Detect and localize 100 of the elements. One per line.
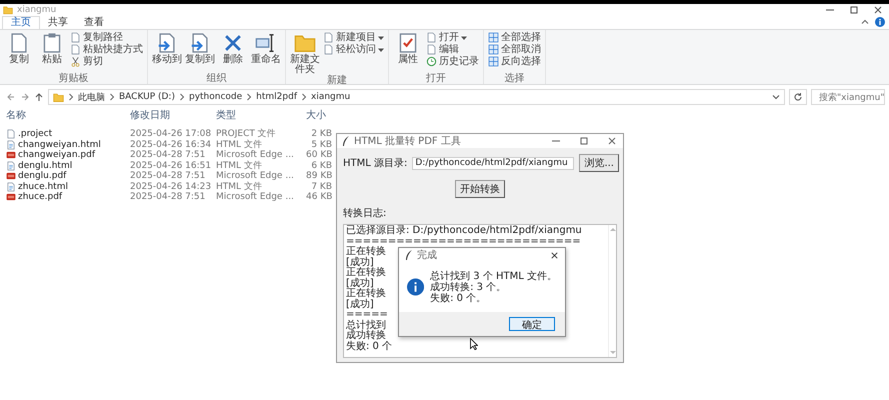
- document-icon: [6, 160, 16, 171]
- table-cell-text: PROJECT 文件: [216, 129, 277, 140]
- group-label: 新建: [326, 75, 348, 86]
- field-label: HTML 源目录:: [343, 157, 408, 170]
- ribbon-button[interactable]: 编辑: [426, 44, 479, 55]
- chevron-icon: [109, 93, 115, 101]
- ribbon-tab[interactable]: 共享: [40, 17, 76, 29]
- file-name[interactable]: denglu.pdf: [18, 171, 66, 182]
- ribbon-button[interactable]: 新建文件夹: [290, 32, 320, 75]
- log-line: 总计找到: [346, 320, 386, 330]
- ribbon-tab[interactable]: 主页: [2, 16, 40, 29]
- column-header[interactable]: 修改日期: [130, 111, 216, 121]
- ribbon-button[interactable]: 剪切: [70, 56, 143, 67]
- group-label: 打开: [425, 73, 447, 84]
- ribbon-button[interactable]: 属性: [393, 32, 423, 73]
- ribbon-button[interactable]: 重命名: [251, 32, 281, 73]
- log-line: 成功转换: [346, 330, 386, 341]
- maximize-icon[interactable]: [579, 136, 589, 146]
- ok-button[interactable]: 确定: [509, 317, 555, 331]
- breadcrumb[interactable]: 此电脑: [78, 90, 105, 104]
- file-name[interactable]: zhuce.pdf: [18, 192, 62, 202]
- table-cell: 46 KB: [306, 192, 332, 202]
- file-name[interactable]: zhuce.html: [18, 182, 68, 192]
- table-cell: 60 KB: [306, 150, 332, 160]
- document-icon: [323, 44, 334, 55]
- clock-icon: [426, 56, 437, 67]
- refresh-button[interactable]: [789, 89, 807, 105]
- ribbon-button[interactable]: 复制路径: [70, 32, 143, 43]
- table-cell-text: Microsoft Edge ...: [216, 192, 295, 202]
- table-cell-text: HTML 文件: [216, 160, 263, 171]
- log-line: =====: [346, 309, 388, 320]
- message-text: 总计找到 3 个 HTML 文件。: [430, 270, 557, 282]
- ribbon-button[interactable]: 轻松访问: [323, 44, 384, 55]
- address-bar[interactable]: 此电脑 BACKUP (D:) pythoncode html2pdf xiangmu: [48, 89, 785, 105]
- table-cell-text: 7 KB: [310, 182, 332, 192]
- table-cell-text: Microsoft Edge ...: [216, 150, 295, 160]
- log-line: 失败: 0 个: [346, 340, 392, 352]
- ribbon-button[interactable]: 全部取消: [488, 44, 541, 55]
- table-cell-text: Microsoft Edge ...: [216, 171, 295, 182]
- breadcrumb[interactable]: BACKUP (D:): [119, 92, 175, 102]
- group-label: 剪贴板: [58, 73, 90, 84]
- ribbon-button[interactable]: 全部选择: [488, 32, 541, 43]
- column-header[interactable]: 大小: [306, 111, 332, 121]
- file-name[interactable]: denglu.html: [18, 160, 72, 171]
- chevron-up-icon[interactable]: [861, 18, 869, 26]
- ribbon-button[interactable]: 历史记录: [426, 56, 479, 67]
- directory-field[interactable]: D:/pythoncode/html2pdf/xiangmu: [412, 156, 574, 170]
- close-icon[interactable]: [873, 5, 883, 15]
- ribbon-button[interactable]: 打开: [426, 32, 479, 43]
- search-field[interactable]: 搜索"xiangmu": [811, 89, 885, 105]
- group-label: 组织: [206, 73, 228, 84]
- forward-arrow-icon[interactable]: [20, 92, 30, 102]
- table-cell-text: 6 KB: [310, 160, 332, 171]
- table-cell-text: 2025-04-28 7:51: [130, 192, 206, 202]
- table-cell-text: 2025-04-26 17:08: [130, 129, 212, 140]
- maximize-icon[interactable]: [849, 5, 859, 15]
- grid-icon: [488, 56, 499, 67]
- feather-icon: [342, 136, 350, 146]
- close-icon[interactable]: [607, 136, 617, 146]
- close-icon[interactable]: [550, 250, 559, 260]
- back-arrow-icon[interactable]: [6, 92, 16, 102]
- breadcrumb[interactable]: xiangmu: [311, 92, 350, 102]
- table-cell-text: 2 KB: [310, 129, 332, 140]
- ribbon-button[interactable]: 粘贴: [37, 32, 67, 73]
- help-icon[interactable]: [875, 17, 885, 27]
- grid-icon: [488, 44, 499, 55]
- info-icon: [407, 278, 424, 296]
- ribbon-button[interactable]: 新建项目: [323, 32, 384, 43]
- breadcrumb[interactable]: pythoncode: [188, 92, 242, 102]
- log-line: ============================: [346, 236, 581, 246]
- breadcrumb[interactable]: html2pdf: [256, 92, 297, 102]
- dropdown-icon[interactable]: [772, 93, 780, 101]
- log-line: 正在转换: [346, 288, 386, 299]
- log-line: [成功]: [346, 298, 374, 310]
- table-cell-text: HTML 文件: [216, 140, 263, 150]
- file-name[interactable]: .project: [18, 129, 52, 140]
- ribbon-button[interactable]: 粘贴快捷方式: [70, 44, 143, 55]
- log-line: 正在转换: [346, 267, 386, 278]
- ribbon-tab[interactable]: 查看: [76, 17, 112, 29]
- log-label: 转换日志:: [342, 206, 388, 221]
- group-label: 选择: [504, 73, 526, 84]
- file-name[interactable]: changweiyan.html: [18, 140, 101, 150]
- start-button[interactable]: 开始转换: [455, 180, 505, 198]
- up-arrow-icon[interactable]: [34, 92, 44, 102]
- ribbon-button[interactable]: 移动到: [152, 32, 182, 73]
- document-icon: [6, 182, 16, 192]
- log-line: [成功]: [346, 256, 374, 268]
- chevron-icon: [246, 93, 252, 101]
- browse-button[interactable]: 浏览...: [579, 154, 619, 172]
- ribbon-button[interactable]: 复制: [4, 32, 34, 73]
- column-header[interactable]: 类型: [216, 111, 306, 121]
- file-name[interactable]: changweiyan.pdf: [18, 150, 95, 160]
- ribbon-button[interactable]: 删除: [218, 32, 248, 73]
- document-icon: [70, 44, 81, 55]
- log-line: [成功]: [346, 278, 374, 288]
- table-cell: 89 KB: [306, 171, 332, 182]
- table-cell-text: HTML 文件: [216, 182, 263, 192]
- ribbon-button[interactable]: 反向选择: [488, 56, 541, 67]
- ribbon-button[interactable]: 复制到: [185, 32, 215, 73]
- column-header[interactable]: 名称: [6, 111, 130, 121]
